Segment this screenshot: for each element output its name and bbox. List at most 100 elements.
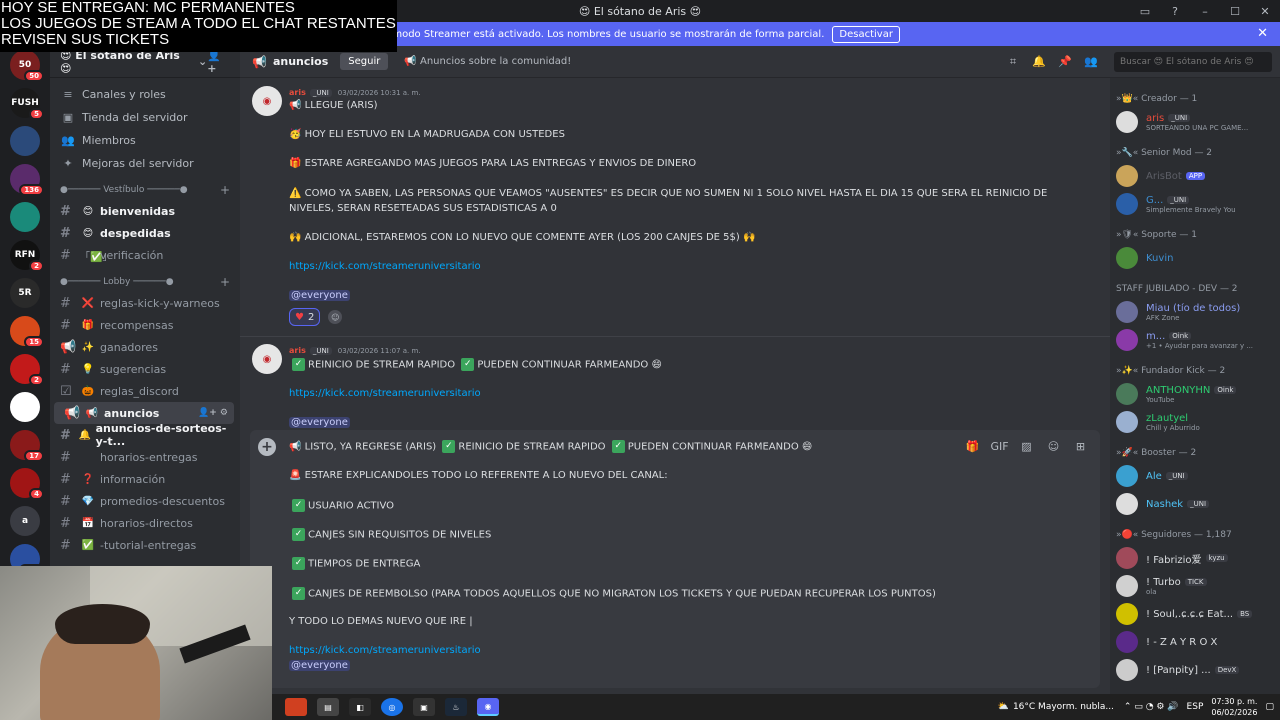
member-row[interactable]: G... _UNI Simplemente Bravely You xyxy=(1110,190,1280,218)
minimize-button[interactable]: – xyxy=(1190,5,1220,18)
channel-item[interactable]: # 🎁 recompensas xyxy=(50,314,234,336)
help-icon[interactable]: ? xyxy=(1160,5,1190,18)
channel-item[interactable]: # 😊 bienvenidas xyxy=(50,200,234,222)
channel-item[interactable]: 📢 ✨ ganadores xyxy=(50,336,234,358)
add-reaction-icon[interactable]: ☺ xyxy=(328,310,343,324)
sticker-icon[interactable]: ▨ xyxy=(1013,440,1040,453)
overlay-line: LOS JUEGOS DE STEAM A TODO EL CHAT RESTA… xyxy=(1,15,396,32)
server-nav-item[interactable]: 👥 Miembros xyxy=(50,129,240,151)
weather-text[interactable]: 16°C Mayorm. nubla... xyxy=(1013,702,1114,712)
server-icon[interactable]: 50 50 xyxy=(10,50,44,82)
member-row[interactable]: m... Oink +1 • Ayudar para avanzar y ... xyxy=(1110,326,1280,354)
member-row[interactable]: ! - Z A Y R O X xyxy=(1110,628,1280,656)
system-tray: ⛅ 16°C Mayorm. nubla... ⌃ ▭ ◔ ⚙ 🔊 ESP 07… xyxy=(998,694,1274,720)
server-icon[interactable] xyxy=(10,392,40,422)
search-input[interactable] xyxy=(1114,51,1272,72)
server-nav-item[interactable]: ≡ Canales y roles xyxy=(50,83,240,105)
disable-streamer-mode-button[interactable]: Desactivar xyxy=(832,25,900,43)
follow-button[interactable]: Seguir xyxy=(340,53,389,70)
message-link[interactable]: https://kick.com/streameruniversitario xyxy=(289,388,481,399)
heart-reaction[interactable]: ♥ 2 xyxy=(289,308,321,326)
channel-item[interactable]: # ❓ información xyxy=(50,468,234,490)
member-row[interactable]: Kuvin xyxy=(1110,244,1280,272)
bell-icon[interactable]: 🔔 xyxy=(1026,55,1052,69)
inbox-icon[interactable]: ▭ xyxy=(1130,5,1160,18)
server-icon[interactable]: a xyxy=(10,506,40,536)
invite-icon[interactable]: 👤+ xyxy=(207,49,230,75)
threads-icon[interactable]: ⌗ xyxy=(1000,55,1026,69)
server-icon[interactable]: 5R xyxy=(10,278,40,308)
avatar[interactable]: ◉ xyxy=(252,344,282,374)
server-icon[interactable]: FUSH 5 xyxy=(10,88,44,120)
chrome-icon[interactable]: ◎ xyxy=(381,698,403,716)
channel-item[interactable]: # 💡 sugerencias xyxy=(50,358,234,380)
server-nav-item[interactable]: ✦ Mejoras del servidor xyxy=(50,152,240,174)
composer-link[interactable]: https://kick.com/streameruniversitario xyxy=(289,645,481,656)
message-link[interactable]: https://kick.com/streameruniversitario xyxy=(289,261,481,272)
member-row[interactable]: Ale _UNI xyxy=(1110,462,1280,490)
steam-icon[interactable]: ♨ xyxy=(445,698,467,716)
everyone-mention[interactable]: @everyone xyxy=(289,290,350,301)
language-indicator[interactable]: ESP xyxy=(1187,702,1204,712)
member-row[interactable]: ! Soul,.ɕ.ɕ.ɕ Eat... BS xyxy=(1110,600,1280,628)
server-icon[interactable]: 17 xyxy=(10,430,44,462)
author-name[interactable]: aris xyxy=(289,88,306,97)
channel-item[interactable]: # horarios-entregas xyxy=(50,446,234,468)
channel-settings-icon[interactable]: 👤+ ⚙ xyxy=(198,408,228,418)
member-row[interactable]: ! [Panpity] ... DevX xyxy=(1110,656,1280,684)
clock[interactable]: 07:30 p. m. 06/02/2026 xyxy=(1211,696,1257,718)
close-window-button[interactable]: ✕ xyxy=(1250,5,1280,18)
attach-plus-icon[interactable]: + xyxy=(258,438,276,456)
member-row[interactable]: ArisBot APP xyxy=(1110,162,1280,190)
everyone-mention[interactable]: @everyone xyxy=(289,417,350,428)
everyone-mention[interactable]: @everyone xyxy=(289,660,350,671)
member-row[interactable]: Miau (tío de todos) AFK Zone xyxy=(1110,298,1280,326)
maximize-button[interactable]: ☐ xyxy=(1220,5,1250,18)
emoji-icon[interactable]: ☺ xyxy=(1040,440,1067,453)
apps-icon[interactable]: ⊞ xyxy=(1067,440,1094,453)
member-row[interactable]: Nashek _UNI xyxy=(1110,490,1280,518)
server-icon[interactable]: 15 xyxy=(10,316,44,348)
members-icon[interactable]: 👥 xyxy=(1078,55,1104,69)
close-icon[interactable]: ✕ xyxy=(1257,26,1268,41)
gift-icon[interactable]: 🎁 xyxy=(959,440,986,453)
server-icon[interactable]: 4 xyxy=(10,468,44,500)
app-icon[interactable]: ◧ xyxy=(349,698,371,716)
discord-icon[interactable]: ◉ xyxy=(477,698,499,716)
channel-item[interactable]: # 💎 promedios-descuentos xyxy=(50,490,234,512)
avatar[interactable]: ◉ xyxy=(252,86,282,116)
app-icon[interactable]: ▣ xyxy=(413,698,435,716)
channel-item[interactable]: # 📅 horarios-directos xyxy=(50,512,234,534)
channel-topic[interactable]: 📢 Anuncios sobre la comunidad! xyxy=(404,56,571,67)
add-channel-icon[interactable]: + xyxy=(220,275,230,289)
channel-item[interactable]: # 「✅」 verificación xyxy=(50,244,234,266)
channel-item[interactable]: ☑ 🎃 reglas_discord xyxy=(50,380,234,402)
channel-item[interactable]: # ❌ reglas-kick-y-warneos xyxy=(50,292,234,314)
member-row[interactable]: zLautyel Chill y Aburrido xyxy=(1110,408,1280,436)
server-nav-item[interactable]: ▣ Tienda del servidor xyxy=(50,106,240,128)
channel-item[interactable]: # 😊 despedidas xyxy=(50,222,234,244)
category-vestibulo[interactable]: ●────── Vestíbulo ──────● + xyxy=(50,180,240,200)
server-icon[interactable]: 136 xyxy=(10,164,44,196)
author-name[interactable]: aris xyxy=(289,346,306,355)
member-row[interactable]: ANTHONYHN Oink YouTube xyxy=(1110,380,1280,408)
server-icon[interactable] xyxy=(10,202,40,232)
server-icon[interactable]: 2 xyxy=(10,354,44,386)
notification-icon[interactable]: ▢ xyxy=(1265,702,1274,712)
member-row[interactable]: aris _UNI SORTEANDO UNA PC GAME... xyxy=(1110,108,1280,136)
app-icon[interactable]: ▤ xyxy=(317,698,339,716)
pin-icon[interactable]: 📌 xyxy=(1052,55,1078,69)
message-composer[interactable]: + 🎁 GIF ▨ ☺ ⊞ 📢 LISTO, YA REGRESE (ARIS)… xyxy=(250,430,1100,688)
member-row[interactable]: ! Turbo TICK ola xyxy=(1110,572,1280,600)
server-icon[interactable] xyxy=(10,126,40,156)
tray-icons[interactable]: ⌃ ▭ ◔ ⚙ 🔊 xyxy=(1124,702,1179,712)
gif-icon[interactable]: GIF xyxy=(986,440,1013,453)
member-row[interactable]: ! Fabrizio爱 kyzu xyxy=(1110,544,1280,572)
channel-item[interactable]: # ✅ -tutorial-entregas xyxy=(50,534,234,556)
add-channel-icon[interactable]: + xyxy=(220,183,230,197)
channel-item[interactable]: 📢 📢 anuncios 👤+ ⚙ xyxy=(54,402,234,424)
app-icon[interactable] xyxy=(285,698,307,716)
server-icon[interactable]: RFN 2 xyxy=(10,240,44,272)
channel-item[interactable]: # 🔔 anuncios-de-sorteos-y-t... xyxy=(50,422,234,448)
category-lobby[interactable]: ●────── Lobby ──────● + xyxy=(50,272,240,292)
